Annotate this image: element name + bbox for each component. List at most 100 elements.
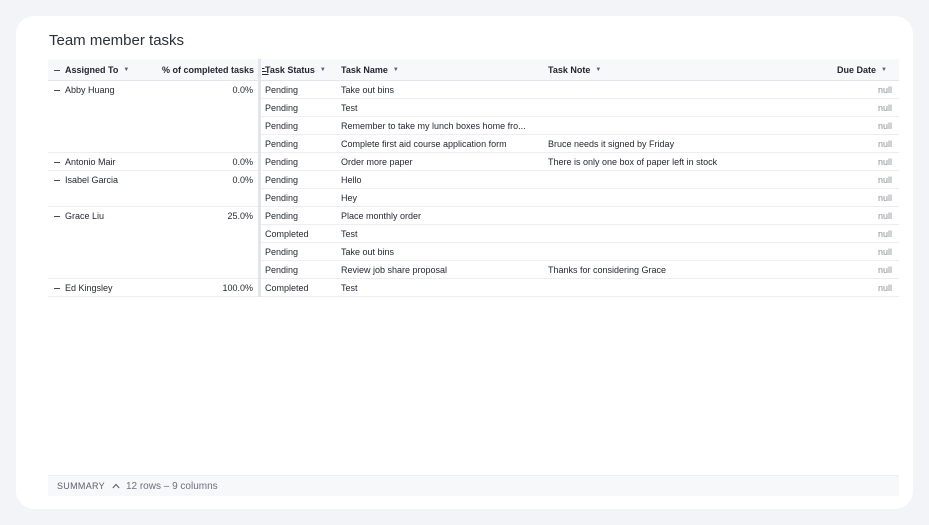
group-cell: Abby Huang 0.0% — [48, 81, 258, 153]
header-task-status[interactable]: Task Status ▼ — [265, 59, 326, 81]
task-note-cell[interactable] — [548, 171, 828, 189]
group-cell: Grace Liu 25.0% — [48, 207, 258, 279]
task-name-cell[interactable]: Hello — [341, 171, 541, 189]
group-pct-completed: 0.0% — [232, 157, 253, 167]
group-name[interactable]: Ed Kingsley — [54, 279, 154, 297]
due-date-cell[interactable]: null — [838, 81, 892, 99]
task-status-cell[interactable]: Pending — [265, 81, 337, 99]
group-cell: Ed Kingsley 100.0% — [48, 279, 258, 297]
due-date-cell[interactable]: null — [838, 135, 892, 153]
task-name-cell[interactable]: Test — [341, 99, 541, 117]
group-pct-completed: 0.0% — [232, 175, 253, 185]
grid-body: Pending Take out bins null Pending Test null P… — [48, 81, 899, 297]
group-name-label: Antonio Mair — [65, 157, 116, 167]
task-note-cell[interactable]: There is only one box of paper left in s… — [548, 153, 828, 171]
group-name-label: Isabel Garcia — [65, 175, 119, 185]
header-due-date[interactable]: Due Date ▼ — [837, 59, 887, 81]
task-name-cell[interactable]: Take out bins — [341, 243, 541, 261]
group-name-label: Grace Liu — [65, 211, 105, 221]
collapse-group-icon[interactable] — [54, 180, 60, 182]
chevron-up-icon[interactable] — [112, 483, 120, 489]
task-note-cell[interactable] — [548, 279, 828, 297]
task-note-cell[interactable] — [548, 189, 828, 207]
due-date-cell[interactable]: null — [838, 207, 892, 225]
grid-header: Assigned To ▼ % of completed tasks Task … — [48, 59, 899, 81]
group-cell: Isabel Garcia 0.0% — [48, 171, 258, 207]
due-date-cell[interactable]: null — [838, 189, 892, 207]
task-note-cell[interactable]: Bruce needs it signed by Friday — [548, 135, 828, 153]
group-name[interactable]: Isabel Garcia — [54, 171, 154, 189]
header-task-status-label: Task Status — [265, 65, 315, 75]
header-task-note-label: Task Note — [548, 65, 591, 75]
due-date-cell[interactable]: null — [838, 243, 892, 261]
task-note-cell[interactable] — [548, 99, 828, 117]
header-due-date-label: Due Date — [837, 65, 877, 75]
task-status-cell[interactable]: Pending — [265, 189, 337, 207]
header-task-name[interactable]: Task Name ▼ — [341, 59, 399, 81]
task-status-cell[interactable]: Completed — [265, 279, 337, 297]
due-date-cell[interactable]: null — [838, 99, 892, 117]
task-name-cell[interactable]: Test — [341, 279, 541, 297]
collapse-group-icon[interactable] — [54, 162, 60, 164]
group-name-label: Ed Kingsley — [65, 283, 113, 293]
due-date-cell[interactable]: null — [838, 153, 892, 171]
caret-down-icon[interactable]: ▼ — [595, 59, 601, 81]
data-grid: Assigned To ▼ % of completed tasks Task … — [48, 59, 899, 297]
header-pct-completed[interactable]: % of completed tasks — [162, 59, 269, 81]
summary-label: SUMMARY — [57, 481, 105, 491]
task-status-cell[interactable]: Pending — [265, 207, 337, 225]
task-name-cell[interactable]: Hey — [341, 189, 541, 207]
task-name-cell[interactable]: Remember to take my lunch boxes home fro… — [341, 117, 541, 135]
task-note-cell[interactable] — [548, 207, 828, 225]
task-status-cell[interactable]: Pending — [265, 261, 337, 279]
task-note-cell[interactable]: Thanks for considering Grace — [548, 261, 828, 279]
header-task-note[interactable]: Task Note ▼ — [548, 59, 601, 81]
task-note-cell[interactable] — [548, 243, 828, 261]
caret-down-icon[interactable]: ▼ — [123, 59, 129, 81]
task-status-cell[interactable]: Pending — [265, 117, 337, 135]
task-status-cell[interactable]: Pending — [265, 99, 337, 117]
collapse-group-icon[interactable] — [54, 90, 60, 92]
due-date-cell[interactable]: null — [838, 225, 892, 243]
page-title: Team member tasks — [49, 32, 185, 49]
task-name-cell[interactable]: Complete first aid course application fo… — [341, 135, 541, 153]
due-date-cell[interactable]: null — [838, 171, 892, 189]
due-date-cell[interactable]: null — [838, 117, 892, 135]
group-name[interactable]: Antonio Mair — [54, 153, 154, 171]
group-pct-completed: 100.0% — [222, 283, 253, 293]
task-name-cell[interactable]: Take out bins — [341, 81, 541, 99]
main-card: Team member tasks Assigned To ▼ % of com… — [16, 16, 913, 509]
due-date-cell[interactable]: null — [838, 279, 892, 297]
caret-down-icon[interactable]: ▼ — [393, 59, 399, 81]
pivot-separator — [258, 59, 261, 297]
summary-count: 12 rows – 9 columns — [125, 480, 218, 492]
group-pct-completed: 25.0% — [227, 211, 253, 221]
task-note-cell[interactable] — [548, 81, 828, 99]
header-assigned-to-label: Assigned To — [65, 65, 119, 75]
collapse-all-icon[interactable] — [54, 69, 60, 71]
caret-down-icon[interactable]: ▼ — [320, 59, 326, 81]
summary-bar[interactable]: SUMMARY 12 rows – 9 columns — [48, 475, 899, 496]
group-name-label: Abby Huang — [65, 85, 115, 95]
task-name-cell[interactable]: Place monthly order — [341, 207, 541, 225]
task-note-cell[interactable] — [548, 117, 828, 135]
header-pct-completed-label: % of completed tasks — [162, 65, 255, 75]
collapse-group-icon[interactable] — [54, 288, 60, 290]
group-name[interactable]: Abby Huang — [54, 81, 154, 99]
task-name-cell[interactable]: Order more paper — [341, 153, 541, 171]
task-name-cell[interactable]: Test — [341, 225, 541, 243]
due-date-cell[interactable]: null — [838, 261, 892, 279]
group-name[interactable]: Grace Liu — [54, 207, 154, 225]
task-status-cell[interactable]: Completed — [265, 225, 337, 243]
task-status-cell[interactable]: Pending — [265, 135, 337, 153]
task-name-cell[interactable]: Review job share proposal — [341, 261, 541, 279]
caret-down-icon[interactable]: ▼ — [881, 59, 887, 81]
header-task-name-label: Task Name — [341, 65, 388, 75]
collapse-group-icon[interactable] — [54, 216, 60, 218]
header-assigned-to[interactable]: Assigned To ▼ — [54, 59, 129, 81]
group-pct-completed: 0.0% — [232, 85, 253, 95]
task-status-cell[interactable]: Pending — [265, 171, 337, 189]
task-status-cell[interactable]: Pending — [265, 153, 337, 171]
task-note-cell[interactable] — [548, 225, 828, 243]
task-status-cell[interactable]: Pending — [265, 243, 337, 261]
